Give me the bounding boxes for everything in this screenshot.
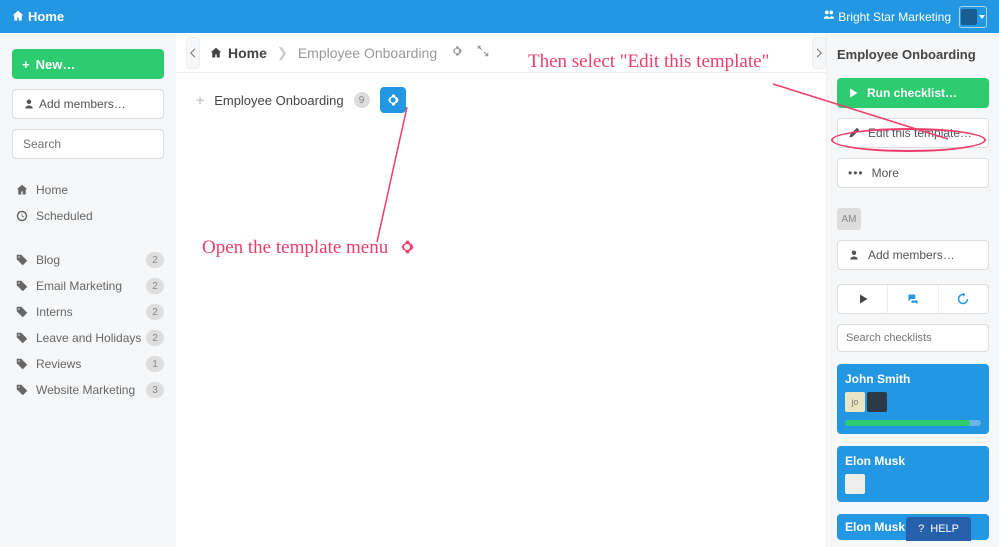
home-icon bbox=[12, 10, 24, 22]
help-icon: ? bbox=[918, 523, 924, 535]
tag-count: 2 bbox=[146, 304, 164, 320]
history-icon bbox=[957, 293, 969, 305]
annotation-open-menu: Open the template menu bbox=[202, 237, 415, 259]
tag-icon bbox=[16, 384, 28, 396]
tag-icon bbox=[16, 332, 28, 344]
chevron-right-icon bbox=[813, 47, 825, 59]
breadcrumb-back[interactable] bbox=[186, 37, 200, 69]
main-content: Home ❯ Employee Onboarding + Employee On… bbox=[176, 33, 826, 547]
avatar: jo bbox=[845, 392, 865, 412]
search-input[interactable] bbox=[12, 129, 164, 159]
add-icon[interactable]: + bbox=[196, 92, 204, 108]
run-checklist-button[interactable]: Run checklist… bbox=[837, 78, 989, 108]
user-menu[interactable] bbox=[959, 6, 987, 28]
more-button[interactable]: ••• More bbox=[837, 158, 989, 188]
breadcrumb-home[interactable]: Home bbox=[210, 45, 267, 61]
template-name[interactable]: Employee Onboarding bbox=[214, 93, 343, 108]
play-icon bbox=[847, 87, 859, 99]
checklist-card[interactable]: Elon Musk bbox=[837, 446, 989, 502]
gear-icon bbox=[386, 93, 400, 107]
play-icon bbox=[857, 293, 869, 305]
pencil-icon bbox=[848, 127, 860, 139]
panel-tabs bbox=[837, 284, 989, 314]
sidebar-tag-email-marketing[interactable]: Email Marketing 2 bbox=[12, 273, 164, 299]
progress-bar bbox=[845, 420, 981, 426]
avatar bbox=[961, 9, 977, 25]
ellipsis-icon: ••• bbox=[848, 166, 864, 180]
tag-count: 2 bbox=[146, 330, 164, 346]
sidebar-tag-interns[interactable]: Interns 2 bbox=[12, 299, 164, 325]
add-members-button[interactable]: Add members… bbox=[12, 89, 164, 119]
tag-count: 3 bbox=[146, 382, 164, 398]
edit-template-button[interactable]: Edit this template… bbox=[837, 118, 989, 148]
caret-down-icon bbox=[979, 15, 985, 19]
right-panel: Employee Onboarding Run checklist… Edit … bbox=[826, 33, 999, 547]
clock-icon bbox=[16, 210, 28, 222]
panel-add-members-button[interactable]: Add members… bbox=[837, 240, 989, 270]
breadcrumb-gear-button[interactable] bbox=[451, 45, 463, 60]
breadcrumb-expand-button[interactable] bbox=[477, 45, 489, 60]
panel-title: Employee Onboarding bbox=[837, 47, 989, 62]
sidebar-link-scheduled[interactable]: Scheduled bbox=[12, 203, 164, 229]
card-name: Elon Musk bbox=[845, 454, 981, 468]
avatar bbox=[845, 474, 865, 494]
sidebar-tag-website-marketing[interactable]: Website Marketing 3 bbox=[12, 377, 164, 403]
sidebar-tag-blog[interactable]: Blog 2 bbox=[12, 247, 164, 273]
chevron-left-icon bbox=[187, 47, 199, 59]
home-icon bbox=[210, 47, 222, 59]
gear-icon bbox=[451, 45, 463, 57]
tag-count: 2 bbox=[146, 252, 164, 268]
topbar: Home Bright Star Marketing bbox=[0, 0, 999, 33]
tag-icon bbox=[16, 358, 28, 370]
tab-history[interactable] bbox=[938, 285, 988, 313]
sidebar-tags: Blog 2 Email Marketing 2 Interns 2 Leave… bbox=[12, 247, 164, 403]
comments-icon bbox=[907, 293, 919, 305]
users-icon bbox=[823, 9, 835, 21]
tab-activity[interactable] bbox=[887, 285, 937, 313]
tag-icon bbox=[16, 280, 28, 292]
user-icon bbox=[848, 249, 860, 261]
template-row: + Employee Onboarding 9 bbox=[176, 73, 826, 127]
template-gear-button[interactable] bbox=[380, 87, 406, 113]
tag-count: 2 bbox=[146, 278, 164, 294]
sidebar-link-home[interactable]: Home bbox=[12, 177, 164, 203]
help-button[interactable]: ? HELP bbox=[906, 517, 971, 541]
new-button[interactable]: New… bbox=[12, 49, 164, 79]
nav-home[interactable]: Home bbox=[12, 9, 64, 24]
member-badge[interactable]: AM bbox=[837, 208, 861, 230]
sidebar-tag-reviews[interactable]: Reviews 1 bbox=[12, 351, 164, 377]
checklist-card[interactable]: John Smith jo bbox=[837, 364, 989, 434]
tab-play[interactable] bbox=[838, 285, 887, 313]
tag-icon bbox=[16, 254, 28, 266]
expand-icon bbox=[477, 45, 489, 57]
search-checklists-input[interactable] bbox=[837, 324, 989, 352]
sidebar: New… Add members… Home Scheduled Blog 2 … bbox=[0, 33, 176, 547]
breadcrumb: Home ❯ Employee Onboarding bbox=[176, 33, 826, 73]
org-switcher[interactable]: Bright Star Marketing bbox=[823, 9, 951, 24]
user-icon bbox=[23, 98, 35, 110]
breadcrumb-forward[interactable] bbox=[812, 37, 826, 69]
home-icon bbox=[16, 184, 28, 196]
template-count-badge: 9 bbox=[354, 92, 370, 108]
tag-count: 1 bbox=[146, 356, 164, 372]
avatar bbox=[867, 392, 887, 412]
card-name: John Smith bbox=[845, 372, 981, 386]
chevron-right-icon: ❯ bbox=[277, 45, 288, 61]
gear-icon bbox=[399, 239, 415, 255]
sidebar-tag-leave-holidays[interactable]: Leave and Holidays 2 bbox=[12, 325, 164, 351]
breadcrumb-current[interactable]: Employee Onboarding bbox=[298, 45, 437, 61]
tag-icon bbox=[16, 306, 28, 318]
